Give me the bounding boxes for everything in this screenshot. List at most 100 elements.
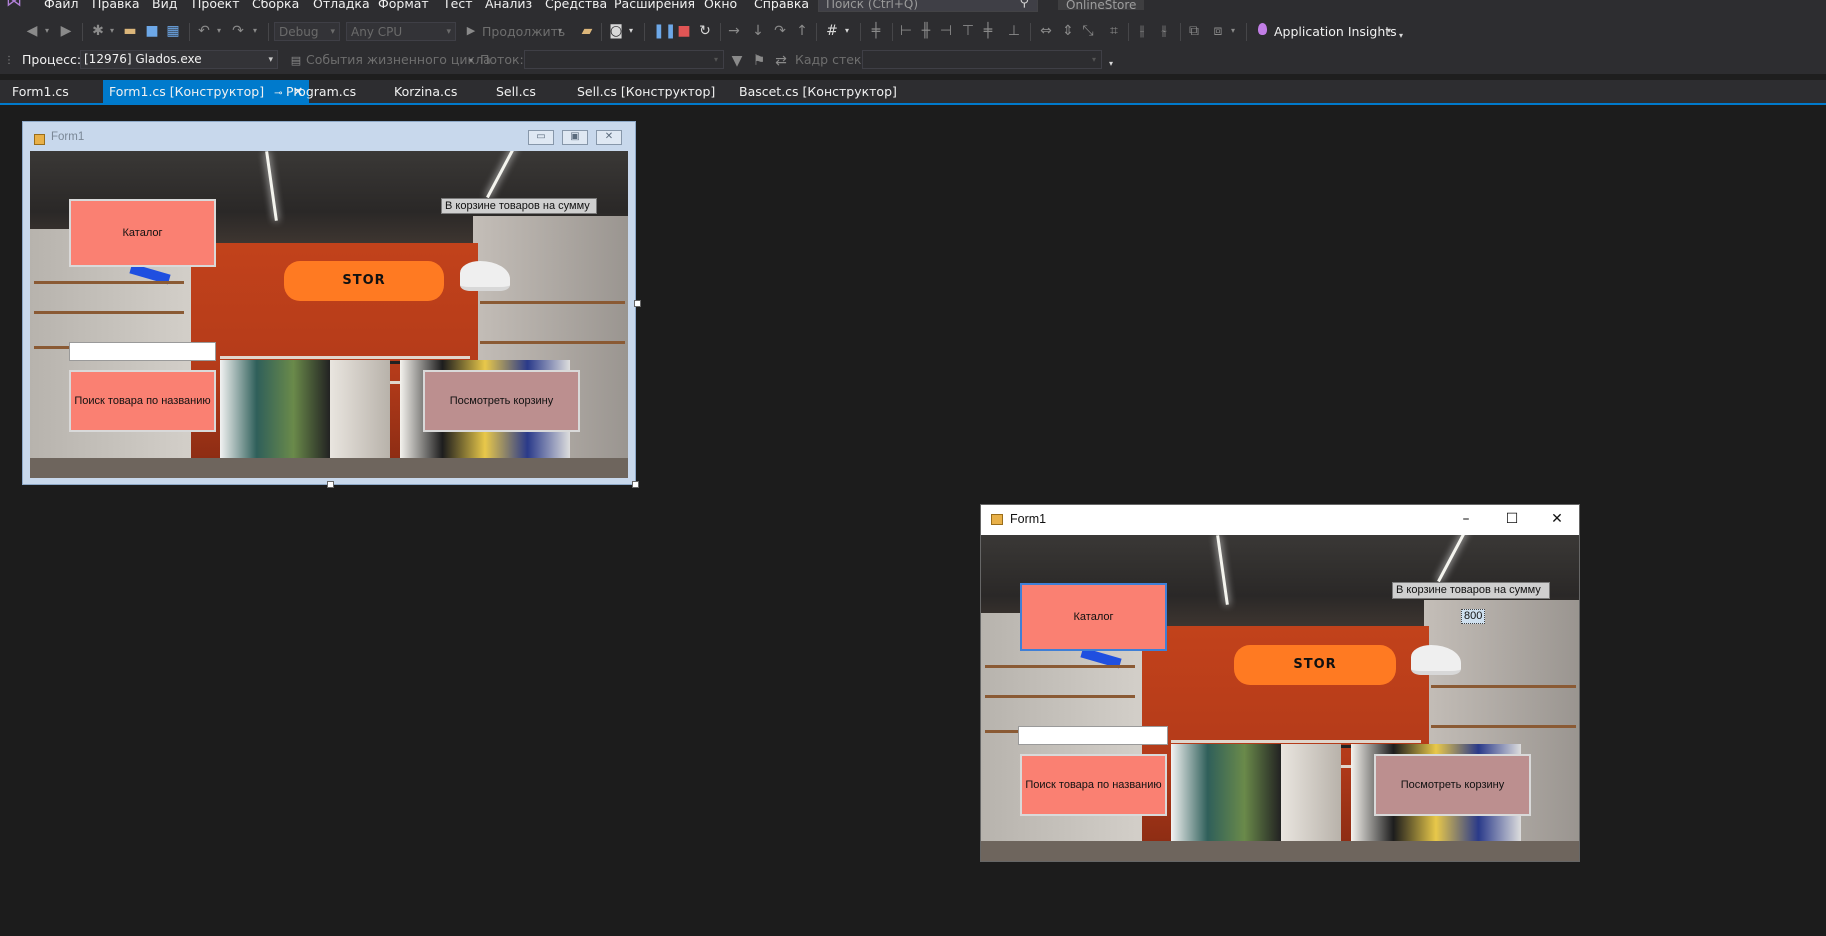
maximize-button[interactable]: ☐	[1501, 510, 1523, 528]
tab-korzina-cs[interactable]: Korzina.cs	[394, 80, 457, 103]
save-all-icon[interactable]: ▦	[165, 23, 181, 39]
undo-dropdown-icon[interactable]: ▾	[214, 23, 224, 39]
search-text-field[interactable]	[1018, 726, 1168, 745]
tab-form1-designer[interactable]: Form1.cs [Конструктор] ⊸ ✕	[103, 80, 310, 103]
designer-form-window[interactable]: Form1 ▭ ▣ ✕ STOR Каталог В корзине товар…	[22, 121, 636, 485]
visual-studio-logo-icon[interactable]: ⋈	[6, 0, 28, 10]
filter-flagged-icon[interactable]: ⚑	[751, 53, 767, 69]
configuration-select[interactable]: Debug ▾	[274, 22, 340, 41]
lifecycle-dropdown-icon[interactable]: ▾	[466, 53, 476, 69]
align-lefts-icon[interactable]: ⊢	[898, 23, 914, 39]
navigate-back-icon[interactable]: ◀	[24, 23, 40, 39]
minimize-button[interactable]: –	[1455, 510, 1477, 528]
align-bottoms-icon[interactable]: ⊥	[1006, 23, 1022, 39]
menu-format[interactable]: Формат	[378, 0, 429, 11]
camera-icon[interactable]: ◙	[608, 23, 624, 39]
align-middles-icon[interactable]: ╪	[980, 23, 996, 39]
continue-button[interactable]: Продолжить	[482, 24, 565, 39]
search-product-button[interactable]: Поиск товара по названию	[69, 370, 216, 432]
camera-dropdown-icon[interactable]: ▾	[626, 23, 636, 39]
align-rights-icon[interactable]: ⊣	[938, 23, 954, 39]
resize-handle[interactable]	[327, 481, 334, 488]
resize-handle[interactable]	[632, 481, 639, 488]
redo-icon[interactable]: ↷	[230, 23, 246, 39]
size-to-grid-icon[interactable]: ⌗	[1106, 23, 1122, 39]
cart-sum-value: 800	[1461, 609, 1486, 624]
undo-icon[interactable]: ↶	[196, 23, 212, 39]
menu-analyze[interactable]: Анализ	[485, 0, 532, 11]
tab-sell-cs[interactable]: Sell.cs	[496, 80, 536, 103]
menu-edit[interactable]: Правка	[92, 0, 140, 11]
menu-test[interactable]: Тест	[443, 0, 472, 11]
filter-icon[interactable]: ▼	[729, 53, 745, 69]
menu-project[interactable]: Проект	[192, 0, 240, 11]
align-tops-icon[interactable]: ⊤	[960, 23, 976, 39]
menu-extensions[interactable]: Расширения	[614, 0, 695, 11]
align-centers-icon[interactable]: ╫	[918, 23, 934, 39]
thread-select[interactable]: ▾	[524, 50, 724, 69]
menu-debug[interactable]: Отладка	[313, 0, 370, 11]
step-out-icon[interactable]: ↑	[794, 23, 810, 39]
new-project-icon[interactable]: ✱	[90, 23, 106, 39]
application-insights-button[interactable]: Application Insights	[1274, 24, 1397, 39]
menu-build[interactable]: Сборка	[252, 0, 299, 11]
search-product-button[interactable]: Поиск товара по названию	[1020, 754, 1167, 816]
application-insights-dropdown-icon[interactable]: ▾	[1384, 23, 1394, 39]
view-cart-button[interactable]: Посмотреть корзину	[1374, 754, 1531, 816]
platform-select[interactable]: Any CPU ▾	[346, 22, 456, 41]
redo-dropdown-icon[interactable]: ▾	[250, 23, 260, 39]
make-same-height-icon[interactable]: ⇕	[1060, 23, 1076, 39]
lifecycle-events-icon[interactable]: ▤	[288, 53, 304, 69]
align-to-grid-icon[interactable]: ╪	[868, 23, 884, 39]
search-text-field[interactable]	[69, 342, 216, 361]
tab-program-cs[interactable]: Program.cs	[286, 80, 356, 103]
stack-frame-select[interactable]: ▾	[862, 50, 1102, 69]
menu-tools[interactable]: Средства	[545, 0, 607, 11]
show-flagged-threads-icon[interactable]: ⇄	[773, 53, 789, 69]
tab-bascet-designer[interactable]: Bascet.cs [Конструктор]	[739, 80, 897, 103]
toolbar-overflow-icon[interactable]: ▾	[1106, 56, 1116, 72]
navigate-back-dropdown-icon[interactable]: ▾	[42, 23, 52, 39]
menu-help[interactable]: Справка	[754, 0, 809, 11]
catalog-button[interactable]: Каталог	[69, 199, 216, 267]
step-over-icon[interactable]: ↷	[772, 23, 788, 39]
menu-window[interactable]: Окно	[704, 0, 737, 11]
open-folder-icon[interactable]: ▬	[122, 23, 138, 39]
hex-dropdown-icon[interactable]: ▾	[842, 23, 852, 39]
catalog-button[interactable]: Каталог	[1020, 583, 1167, 651]
search-input[interactable]: Поиск (Ctrl+Q) ⚲	[818, 0, 1038, 12]
cart-sum-label: В корзине товаров на сумму	[1392, 582, 1550, 599]
toolbar-overflow-icon[interactable]: ▾	[1396, 28, 1406, 44]
hot-reload-flame-icon[interactable]: ▰	[579, 23, 595, 39]
process-select[interactable]: [12976] Glados.exe ▾	[80, 50, 278, 69]
bring-to-front-icon[interactable]: ⧉	[1186, 23, 1202, 39]
pin-icon[interactable]: ⊸	[274, 88, 282, 99]
navigate-forward-icon[interactable]: ▶	[58, 23, 74, 39]
save-icon[interactable]: ■	[144, 23, 160, 39]
shelf	[480, 301, 625, 304]
continue-dropdown-icon[interactable]: ▾	[555, 23, 565, 39]
make-same-width-icon[interactable]: ⇔	[1038, 23, 1054, 39]
resize-handle[interactable]	[634, 300, 641, 307]
pause-icon[interactable]: ❚❚	[653, 23, 676, 39]
tab-sell-designer[interactable]: Sell.cs [Конструктор]	[577, 80, 715, 103]
lifecycle-events-button[interactable]: События жизненного цикла	[306, 52, 491, 67]
running-form-window[interactable]: Form1 – ☐ ✕ STOR Каталог В корзине товар…	[980, 504, 1580, 862]
continue-play-icon[interactable]: ▶	[463, 23, 479, 39]
new-project-dropdown-icon[interactable]: ▾	[107, 23, 117, 39]
show-next-statement-icon[interactable]: →	[726, 23, 742, 39]
menu-view[interactable]: Вид	[152, 0, 177, 11]
tab-form1-cs[interactable]: Form1.cs	[12, 80, 69, 103]
make-same-size-icon[interactable]: ⤡	[1080, 23, 1096, 39]
close-button[interactable]: ✕	[1546, 510, 1568, 528]
view-cart-button[interactable]: Посмотреть корзину	[423, 370, 580, 432]
vertical-spacing-icon[interactable]: ⫳	[1156, 23, 1172, 39]
hex-display-icon[interactable]: #	[824, 23, 840, 39]
step-into-icon[interactable]: ↓	[750, 23, 766, 39]
layout-dropdown-icon[interactable]: ▾	[1228, 23, 1238, 39]
restart-icon[interactable]: ↻	[697, 23, 713, 39]
send-to-back-icon[interactable]: ⧈	[1210, 23, 1226, 39]
menu-file[interactable]: Файл	[44, 0, 79, 11]
stop-icon[interactable]: ■	[676, 23, 692, 39]
horizontal-spacing-icon[interactable]: ⫲	[1134, 23, 1150, 39]
